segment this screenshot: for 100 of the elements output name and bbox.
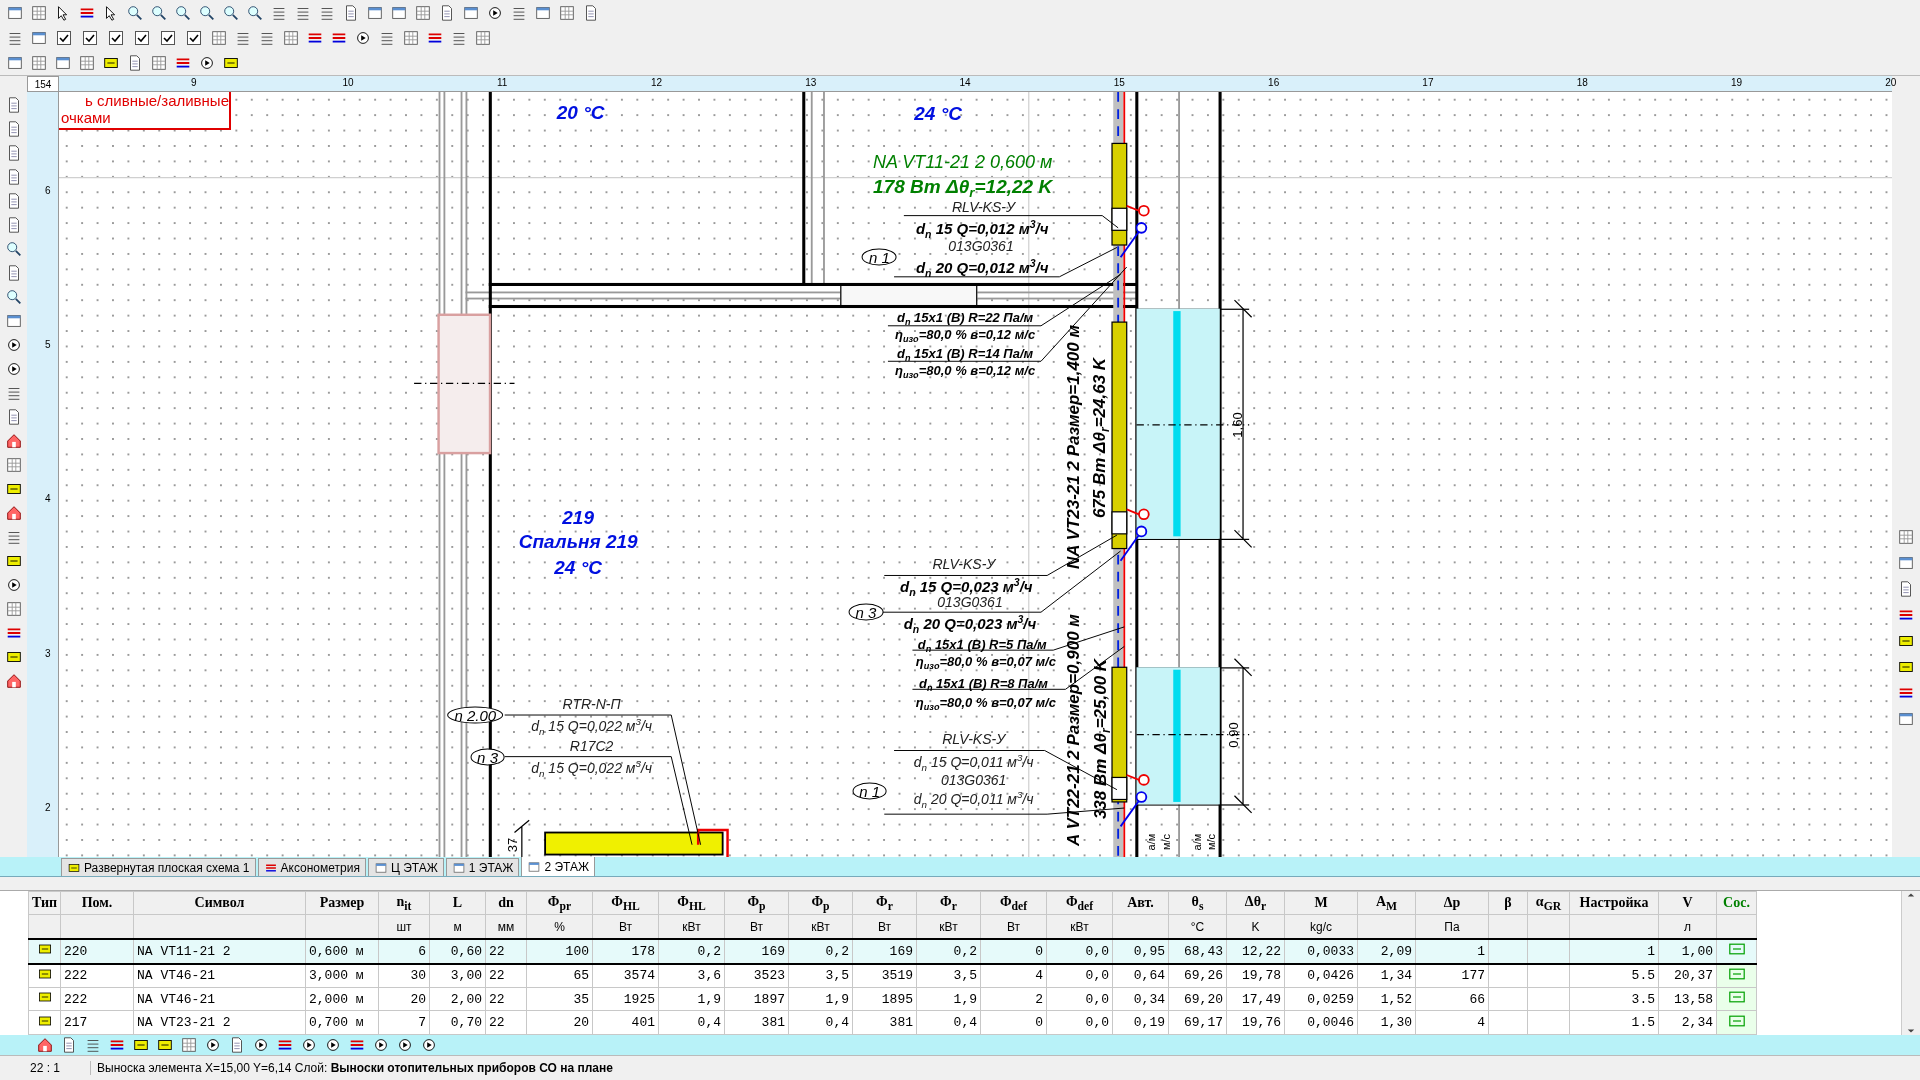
column-header: Φ$_{HL}$ — [658, 891, 725, 915]
table-cell: 3574 — [592, 963, 659, 988]
sheet-tab[interactable]: 1 ЭТАЖ — [445, 858, 520, 876]
ruler-mark: 4 — [45, 492, 51, 504]
table-cell: 0,70 — [429, 1010, 486, 1035]
table-cell: 100 — [526, 938, 593, 964]
table-cell: 19,78 — [1226, 963, 1285, 988]
column-header: Φ$_{pr}$ — [526, 891, 593, 915]
table-cell: 35 — [526, 987, 593, 1011]
valve-drawing — [1111, 774, 1150, 828]
sheet-tab[interactable]: Развернутая плоская схема 1 — [61, 858, 256, 876]
table-cell: 0,95 — [1112, 938, 1169, 964]
checkbox[interactable] — [161, 30, 175, 45]
table-cell: 2,00 — [429, 987, 486, 1011]
dimension-text: 37 — [505, 837, 519, 852]
column-header: Φ$_{HL}$ — [592, 891, 659, 915]
table-cell: 6 — [378, 938, 430, 964]
table-cell: 20 — [378, 987, 430, 1011]
checkbox[interactable] — [187, 30, 201, 45]
column-header: Φ$_{def}$ — [1046, 891, 1113, 915]
table-cell: 0,0 — [1046, 987, 1113, 1011]
position-bubble: n 1 — [852, 782, 887, 800]
column-header: Размер — [305, 891, 379, 915]
ruler-mark: 13 — [805, 77, 817, 88]
checkbox[interactable] — [83, 30, 97, 45]
table-cell: 0,4 — [658, 1010, 725, 1035]
position-bubble: n 3 — [848, 603, 884, 621]
sheet-tab[interactable]: Аксонометрия — [257, 858, 366, 876]
table-cell: 3,5 — [788, 963, 853, 988]
table-cell: 0,0 — [1046, 938, 1113, 964]
sheet-tab[interactable]: 2 ЭТАЖ — [521, 856, 596, 876]
checkbox[interactable] — [109, 30, 123, 45]
ruler-mark: 14 — [959, 77, 971, 88]
column-header: Φ$_{r}$ — [852, 891, 917, 915]
table-cell: 0,600 м — [305, 938, 379, 964]
pipe-label: d$_{n}$ 15x1 (B) R=22 Па/м — [897, 310, 1034, 324]
table-cell: 0 — [980, 938, 1047, 964]
table-cell: 4 — [1415, 1010, 1489, 1035]
note-text: ь сливные/заливные — [84, 92, 229, 109]
table-cell: 0,0259 — [1284, 987, 1358, 1011]
table-cell: NA VT46-21 — [133, 987, 306, 1011]
ruler-mark: 6 — [45, 184, 51, 196]
table-cell: 65 — [526, 963, 593, 988]
window-icon — [451, 860, 466, 875]
table-cell: 12,22 — [1226, 938, 1285, 964]
column-header: n$_{it}$ — [378, 891, 430, 915]
dimension-text: м/с — [1160, 834, 1172, 851]
pipe-label: η$_{изо}$=80,0 % в=0,07 м/с — [915, 695, 1056, 709]
table-cell: 3,5 — [916, 963, 981, 988]
table-row[interactable]: 222 NA VT46-21 3,000 м 30 3,00 22 65 3574 3,6 3523 3,5 3519 3,5 4 0,0 0,64 69,26 19,78 0,0426 1,34 177 5.5 20,37 — [28, 963, 1757, 988]
table-cell: 1,9 — [788, 987, 853, 1011]
table-cell: 0,2 — [658, 938, 725, 964]
table-row[interactable]: 220 NA VT11-21 2 0,600 м 6 0,60 22 100 178 0,2 169 0,2 169 0,2 0 0,0 0,95 68,43 12,22 0,0033 2,09 1 1 1,00 — [28, 938, 1757, 964]
checkbox[interactable] — [135, 30, 149, 45]
callout-text: RLV-KS-У — [942, 732, 1006, 747]
table-cell: 381 — [724, 1010, 789, 1035]
column-header: dn — [485, 891, 527, 915]
scrollbar[interactable] — [1901, 891, 1920, 1035]
table-cell: 1 — [1415, 938, 1489, 964]
column-header: Авт. — [1112, 891, 1169, 915]
column-header: Символ — [133, 891, 306, 915]
column-header: Φ$_{p}$ — [788, 891, 853, 915]
pipe-label: d$_{n}$ 15x1 (B) R=5 Па/м — [917, 637, 1047, 651]
ruler-mark: 2 — [45, 801, 51, 813]
table-cell: 177 — [1415, 963, 1489, 988]
list-icon — [1728, 991, 1745, 1004]
table-cell: 2,34 — [1658, 1010, 1717, 1035]
room-label: 20 °C — [556, 102, 605, 122]
table-row[interactable]: 222 NA VT46-21 2,000 м 20 2,00 22 35 1925 1,9 1897 1,9 1895 1,9 2 0,0 0,34 69,20 17,49 0,0259 1,52 66 3.5 13,58 — [28, 987, 1757, 1011]
ruler-mark: 20 — [1885, 77, 1897, 88]
ruler-mark: 19 — [1730, 77, 1743, 88]
table-cell: 30 — [378, 963, 430, 988]
arrow-up-icon[interactable] — [1907, 891, 1915, 899]
room-label: 24 °C — [554, 557, 602, 577]
table-cell: 1 — [1569, 938, 1659, 964]
pipe-label: η$_{изо}$=80,0 % в=0,07 м/с — [915, 654, 1056, 668]
table-cell: 4 — [980, 963, 1047, 988]
column-header: Φ$_{p}$ — [724, 891, 789, 915]
callout-text: d$_{n}$ 15 Q=0,011 м$^{3}$/ч — [913, 754, 1034, 769]
ruler-mark: 11 — [497, 77, 508, 88]
arrow-down-icon[interactable] — [1907, 1027, 1915, 1035]
callout-text: 013G0361 — [937, 595, 1003, 610]
table-cell: 0,64 — [1112, 963, 1169, 988]
dimension-text: м/с — [1205, 834, 1217, 851]
valve-drawing — [1111, 508, 1150, 562]
table-cell: 3,00 — [429, 963, 486, 988]
list-icon — [1728, 943, 1745, 956]
sheet-tab[interactable]: Ц ЭТАЖ — [367, 858, 444, 876]
table-cell: 22 — [485, 987, 527, 1011]
ruler-mark: 9 — [190, 77, 197, 88]
column-header: Сос. — [1716, 891, 1757, 915]
table-row[interactable]: 217 NA VT23-21 2 0,700 м 7 0,70 22 20 401 0,4 381 0,4 381 0,4 0 0,0 0,19 69,17 19,76 0,0046 1,30 4 1.5 2,34 — [28, 1010, 1757, 1035]
column-header: Φ$_{r}$ — [916, 891, 981, 915]
checkbox[interactable] — [57, 30, 71, 45]
table-cell: 0,2 — [916, 938, 981, 964]
table-cell: 20,37 — [1658, 963, 1717, 988]
ruler-mark: 10 — [342, 77, 354, 88]
window-icon — [373, 860, 388, 875]
table-cell: 217 — [60, 1010, 134, 1035]
column-header: Пом. — [60, 891, 134, 915]
